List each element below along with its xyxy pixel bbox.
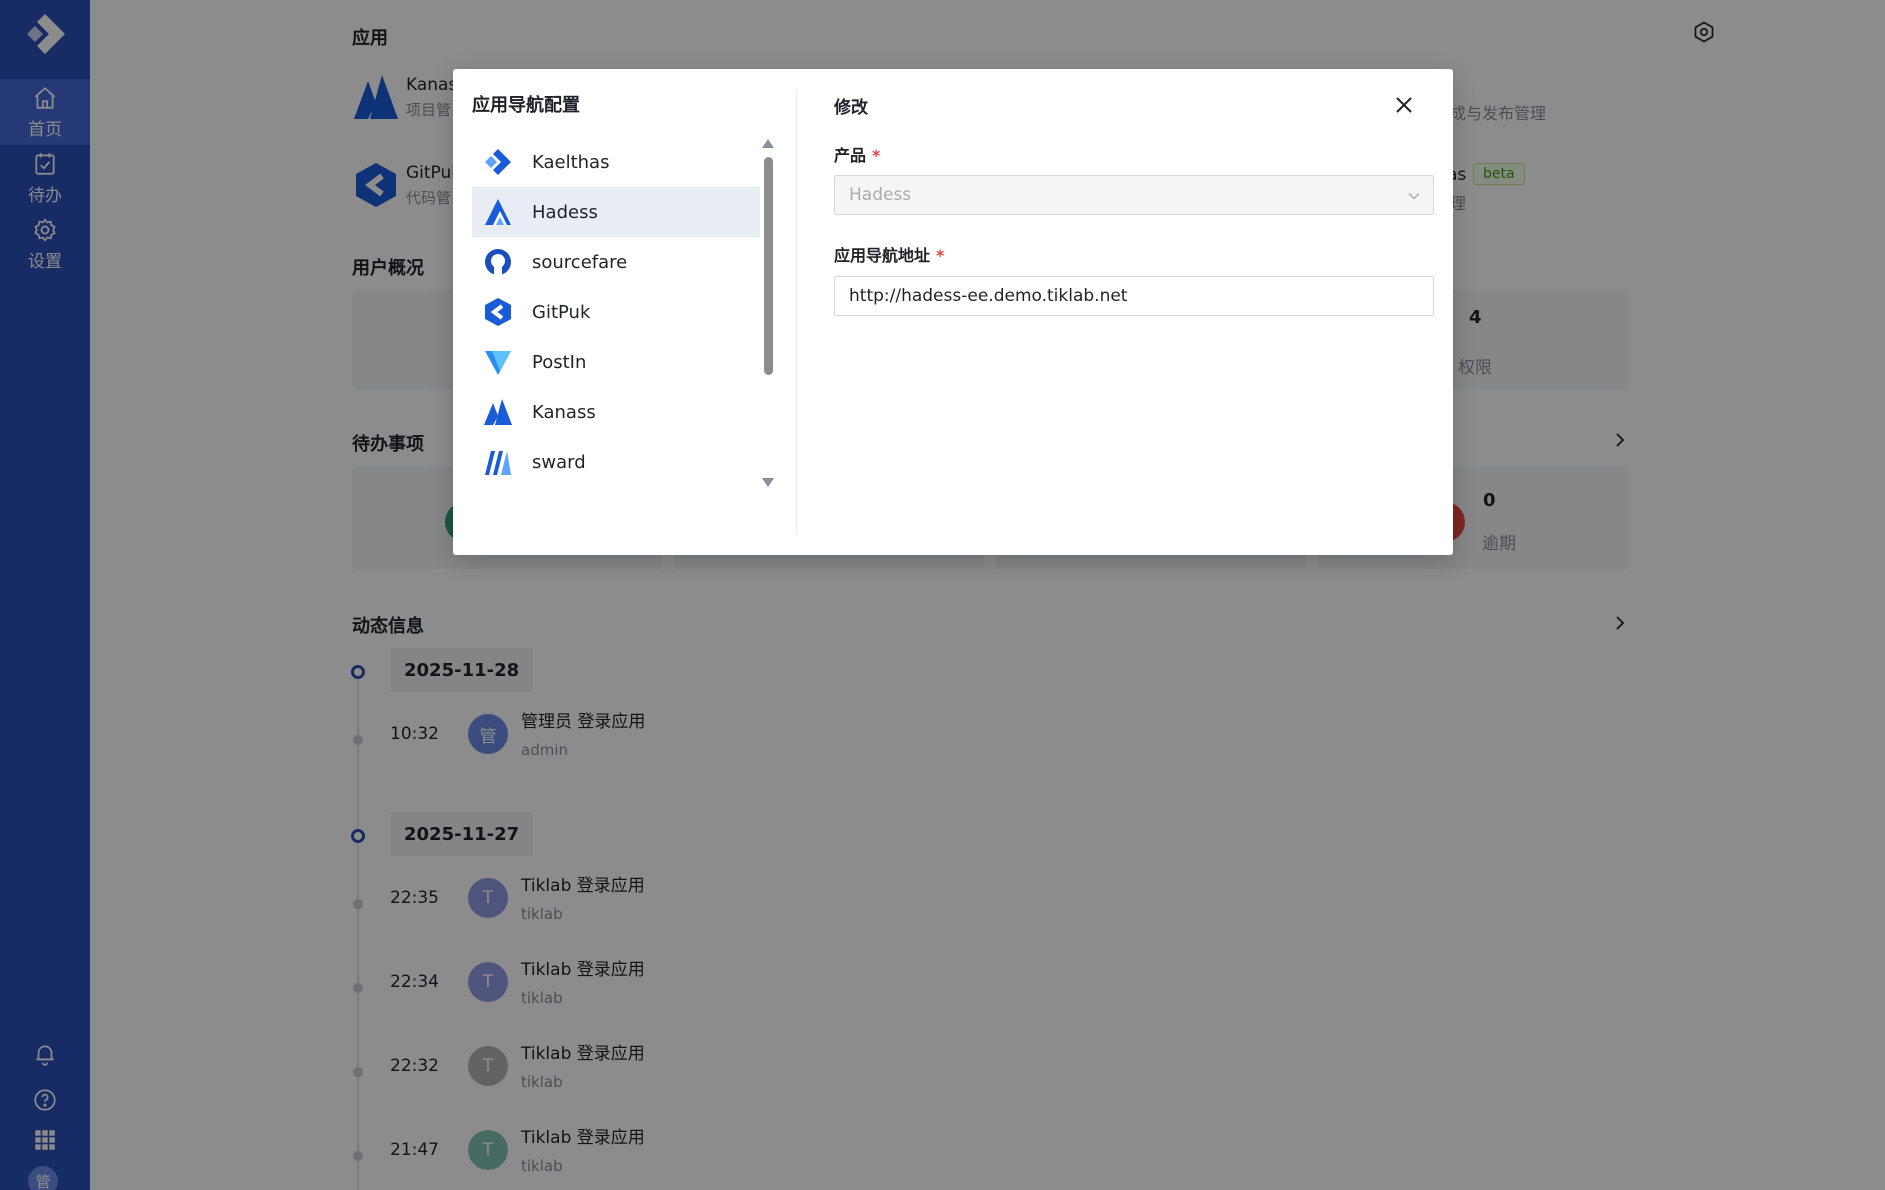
required-mark: * [936, 246, 945, 265]
scroll-up-arrow-icon[interactable] [762, 139, 774, 148]
product-label: GitPuk [532, 301, 591, 323]
edit-panel: 修改 产品 * Hadess 应用导航地址 * [834, 69, 1434, 555]
product-item-gitpuk[interactable]: GitPuk [472, 287, 760, 337]
product-item-hadess[interactable]: Hadess [472, 187, 760, 237]
scroll-thumb[interactable] [764, 157, 773, 375]
chevron-down-icon [1408, 192, 1420, 200]
product-label: sourcefare [532, 251, 628, 273]
product-select[interactable]: Hadess [834, 175, 1434, 215]
product-label: Hadess [532, 201, 598, 223]
modal-divider [796, 89, 797, 535]
app-nav-config-modal: 应用导航配置 Kaelthas Hadess sourcefare GitPuk… [453, 69, 1453, 555]
product-item-sourcefare[interactable]: sourcefare [472, 237, 760, 287]
product-item-sward[interactable]: sward [472, 437, 760, 487]
kanass-logo-icon [482, 396, 514, 428]
scroll-down-arrow-icon[interactable] [762, 478, 774, 487]
product-label: PostIn [532, 351, 587, 373]
product-field-label: 产品 * [834, 142, 880, 166]
required-mark: * [872, 146, 881, 165]
product-list: Kaelthas Hadess sourcefare GitPuk PostIn… [472, 137, 760, 487]
modal-title: 应用导航配置 [472, 95, 580, 116]
url-label-text: 应用导航地址 [834, 246, 931, 265]
product-label-text: 产品 [834, 146, 867, 165]
product-list-scrollbar[interactable] [761, 139, 775, 489]
product-label: sward [532, 451, 586, 473]
product-label: Kanass [532, 401, 596, 423]
kaelthas-logo-icon [482, 146, 514, 178]
product-item-kaelthas[interactable]: Kaelthas [472, 137, 760, 187]
product-item-postin[interactable]: PostIn [472, 337, 760, 387]
product-panel: 应用导航配置 Kaelthas Hadess sourcefare GitPuk… [453, 69, 797, 555]
postin-logo-icon [482, 346, 514, 378]
sward-logo-icon [482, 446, 514, 478]
product-label: Kaelthas [532, 151, 610, 173]
hadess-logo-icon [482, 196, 514, 228]
edit-title: 修改 [834, 98, 868, 118]
close-icon[interactable] [1392, 93, 1416, 117]
sourcefare-logo-icon [482, 246, 514, 278]
url-field-label: 应用导航地址 * [834, 242, 944, 266]
product-item-kanass[interactable]: Kanass [472, 387, 760, 437]
gitpuk-logo-icon [482, 296, 514, 328]
url-input[interactable] [834, 276, 1434, 316]
product-select-value: Hadess [849, 185, 912, 205]
